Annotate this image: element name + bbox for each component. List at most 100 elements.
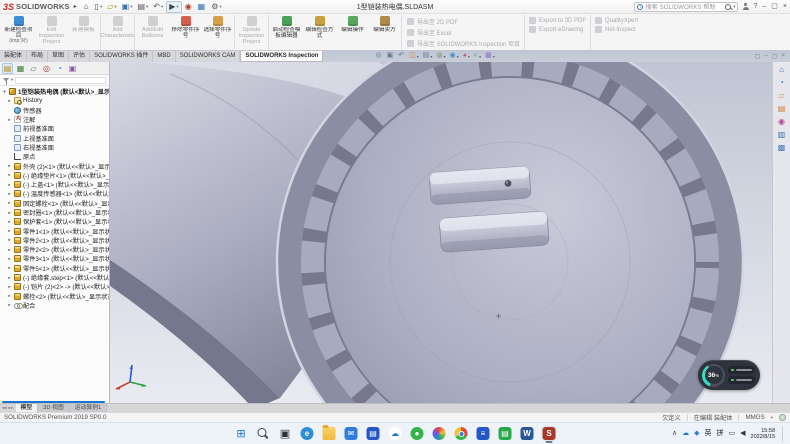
expand-arrow-icon[interactable]: ▸ [7,191,12,197]
command-tab[interactable]: SOLIDWORKS Inspection [240,51,323,62]
taskbar-clock[interactable]: 15:58 2022/8/15 [751,428,775,440]
hide-show-items-icon[interactable]: ◉ ▾ [449,52,458,60]
tree-item[interactable]: ▸ 零件3<1> (默认<<默认>_显示状态 [0,254,109,263]
onedrive-tray-icon[interactable]: ☁ [682,430,689,438]
export-menu-item[interactable]: 导出至 2D PDF [407,17,520,26]
doc-minimize-icon[interactable]: – [764,53,767,60]
show-desktop-button[interactable] [782,426,784,442]
home-icon[interactable]: ⌂ [82,2,92,12]
zoom-area-icon[interactable]: ▣ [387,52,395,60]
status-tag-icon[interactable] [779,414,786,421]
volume-icon[interactable]: ◀ [740,430,745,438]
save-icon[interactable]: ▣ ▾ [120,2,135,12]
design-library-icon[interactable]: ◔ [779,78,784,87]
zoom-fit-icon[interactable]: ◎ [375,52,382,60]
tree-item[interactable]: ▸ (-) 上盖<1> (默认<<默认>_显示状 [0,180,109,189]
expand-arrow-icon[interactable]: ▸ [7,247,12,253]
ime-mode-indicator[interactable]: 拼 [717,430,724,438]
custom-properties-icon[interactable]: ▥ [778,130,786,139]
document-tab[interactable]: 3D 视图 [38,404,70,412]
export-menu-item[interactable]: Export to 3D PDF [529,17,586,24]
tree-item[interactable]: ▸ 螺栓<2> (默认<<默认>_显示状态- [0,292,109,301]
tree-item[interactable]: ▸ 零件1<1> (默认<<默认>_显示状态- [0,226,109,235]
tree-item[interactable]: ▸ 配合 [0,301,109,310]
help-search-box[interactable]: i 搜索 SOLIDWORKS 帮助 ▾ [634,2,738,12]
hud-toggle-2[interactable] [728,376,755,384]
previous-view-icon[interactable]: ↶ [398,52,405,60]
expand-arrow-icon[interactable]: ▾ [2,89,7,95]
export-menu-item[interactable]: Export eDrawing [529,26,586,33]
expand-arrow-icon[interactable]: ▸ [7,228,12,234]
sign-in-icon[interactable] [742,3,749,10]
tree-item[interactable]: ▸ 注解 [0,115,109,124]
store-icon[interactable]: ▤ [366,426,381,441]
edit-appearance-icon[interactable]: ◕ ▾ [463,52,470,60]
tree-item[interactable]: ▸ 保护套<1> (默认<<默认>_显示状态 [0,217,109,226]
ime-language-indicator[interactable]: 英 [705,430,712,438]
tree-item[interactable]: 传感器 [0,106,109,115]
apply-scene-icon[interactable]: ◐ ▾ [474,52,481,60]
tree-item[interactable]: ▸ (-) 绝缘套.step<1> (默认<<默认> [0,273,109,282]
ribbon-button[interactable]: 新建检查项目 (imp:对) [2,15,35,50]
recorder-hud[interactable]: 36% [698,360,760,390]
export-menu-item[interactable]: 导出至 Excel [407,28,520,37]
tree-item[interactable]: ▸ (-) 铠片 (2)<2> -> (默认<<默认>_ [0,282,109,291]
tree-item[interactable]: ▸ 外壳 (2)<1> (默认<<默认>_显示状 [0,161,109,170]
graphics-viewport[interactable]: 36% [110,62,772,403]
inspection-manager-tab[interactable]: ▣ [67,63,78,74]
open-icon[interactable]: ▱ ▾ [105,2,118,12]
chrome-icon[interactable] [454,426,469,441]
tree-item[interactable]: 上视基准面 [0,133,109,142]
solidworks-resources-icon[interactable]: ⌂ [779,65,784,74]
select-icon[interactable]: ▶ ▾ [166,1,181,13]
configurationmanager-tab[interactable]: ▱ [28,63,39,74]
expand-arrow-icon[interactable]: ▸ [7,200,12,206]
mail-icon[interactable]: ✉ [344,426,359,441]
filter-funnel-icon[interactable] [3,78,9,82]
expand-arrow-icon[interactable]: ▸ [7,182,12,188]
export-menu-item[interactable]: QualityXpert [595,17,638,24]
tree-item[interactable]: ▸ 密封圈<1> (默认<<默认>_显示状态 [0,208,109,217]
file-explorer-icon[interactable] [322,426,337,441]
start-button[interactable]: ⊞ [234,426,249,441]
expand-arrow-icon[interactable]: ▸ [7,302,12,308]
expand-arrow-icon[interactable]: ▸ [7,98,12,104]
command-tab[interactable]: SOLIDWORKS CAM [176,51,241,62]
ribbon-button[interactable]: 选择零件序号 [202,15,235,50]
ribbon-button[interactable]: 编辑检查方式 [303,15,336,50]
tree-item[interactable]: 右视基准面 [0,143,109,152]
document-tab[interactable]: 运动算例1 [70,404,107,412]
ribbon-button[interactable]: Add Characteristic [102,15,135,50]
rollback-bar[interactable] [2,401,105,403]
options-icon[interactable]: ⚙ ▾ [209,2,223,12]
ribbon-button[interactable]: Edit Inspection Project [35,15,68,50]
command-tab[interactable]: 装配体 [0,51,27,62]
word-icon[interactable]: W [520,426,535,441]
onedrive-icon[interactable]: ☁ [388,426,403,441]
doc-maximize-icon[interactable]: ▢ [772,53,778,60]
units-selector[interactable]: MMGS [745,414,764,421]
file-explorer-icon[interactable]: ▱ [778,91,784,100]
task-view-button[interactable]: ▣ [278,426,293,441]
print-icon[interactable]: ▤ ▾ [135,2,150,12]
ribbon-button[interactable]: Add/Edit Balloons [136,15,169,50]
export-menu-item[interactable]: 导出至 SOLIDWORKS Inspection 项目 [407,39,520,48]
ribbon-button[interactable]: 启动检查模板编辑器 [270,15,303,50]
display-settings-icon[interactable]: ▦ [196,2,209,12]
expand-arrow-icon[interactable]: ▸ [7,275,12,281]
security-shield-icon[interactable]: ◆ [694,430,699,438]
tree-item[interactable]: ▸ 固定螺栓<1> (默认<<默认>_显示状 [0,199,109,208]
featuremanager-tab[interactable]: ▤ [2,63,13,74]
edge-icon[interactable]: e [300,426,315,441]
tree-item[interactable]: 原点 [0,152,109,161]
hud-toggle-1[interactable] [728,366,755,374]
document-tab[interactable]: 模型 [16,404,39,412]
reader-app-icon[interactable]: ≡ [476,426,491,441]
expand-arrow-icon[interactable]: ▸ [7,256,12,262]
displaymanager-tab[interactable]: ◔ [54,63,65,74]
tree-item[interactable]: ▾ 1型铠装热电偶 (默认<默认>_显示状态-1 [0,87,109,96]
expand-arrow-icon[interactable]: ▸ [7,172,12,178]
expand-arrow-icon[interactable]: ▸ [7,265,12,271]
command-tab[interactable]: 草图 [48,51,69,62]
tray-expand-icon[interactable]: ∧ [672,430,677,438]
